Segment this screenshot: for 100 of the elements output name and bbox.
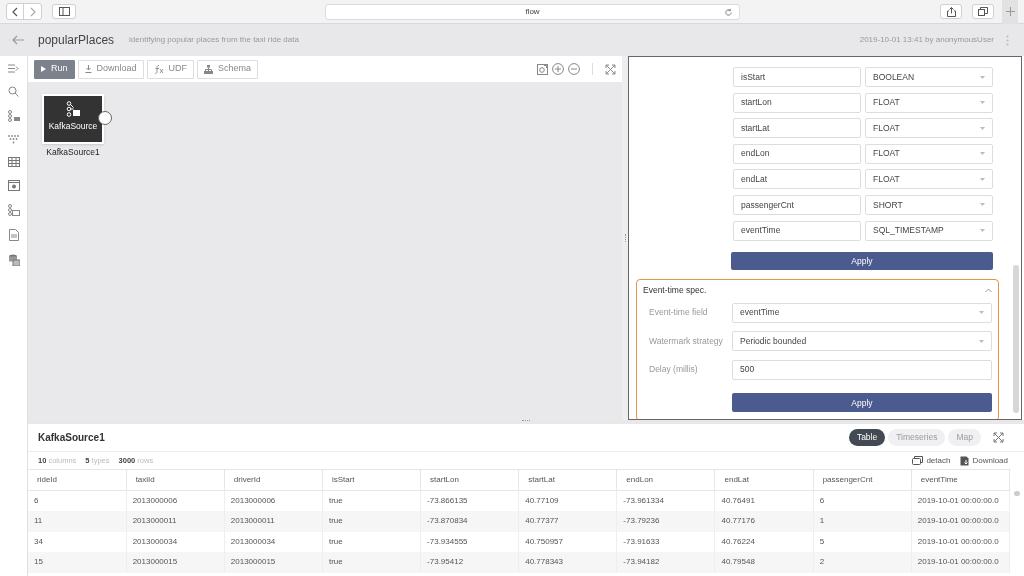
source-node-icon bbox=[66, 101, 80, 117]
kafka-source-node[interactable]: KafkaSource bbox=[42, 94, 104, 144]
plus-icon bbox=[1005, 7, 1015, 16]
table-cell: 2013000011 bbox=[224, 511, 323, 532]
hierarchy-icon bbox=[204, 64, 214, 74]
toolbar-button[interactable]: Schema bbox=[197, 59, 259, 79]
table-cell: 2 bbox=[813, 552, 912, 573]
table-cell: 40.77377 bbox=[518, 511, 617, 532]
function-icon bbox=[153, 64, 164, 74]
input-field[interactable]: endLon bbox=[733, 143, 861, 164]
download-icon bbox=[84, 65, 92, 73]
field-label: Delay (millis) bbox=[648, 363, 699, 376]
column-header[interactable]: endLat bbox=[715, 469, 814, 491]
caret-icon bbox=[980, 177, 985, 181]
select-field[interactable]: SQL_TIMESTAMP bbox=[865, 220, 993, 241]
sink-node-icon[interactable] bbox=[7, 204, 20, 216]
input-field[interactable]: isStart bbox=[733, 67, 861, 87]
column-header[interactable]: endLon bbox=[616, 469, 715, 491]
sidebar-toggle-button[interactable] bbox=[52, 4, 76, 19]
caret-icon bbox=[979, 339, 984, 343]
file-download-icon bbox=[960, 455, 970, 466]
table-cell: 40.77176 bbox=[715, 511, 814, 532]
table-icon[interactable] bbox=[7, 157, 20, 167]
input-field[interactable]: passengerCnt bbox=[733, 194, 861, 215]
column-header[interactable]: eventTime bbox=[911, 469, 1010, 491]
fullscreen-icon[interactable] bbox=[605, 63, 616, 75]
sql-file-icon[interactable] bbox=[8, 229, 19, 241]
play-icon bbox=[41, 66, 46, 72]
action-link[interactable]: Download bbox=[960, 454, 1008, 467]
source-node-icon[interactable] bbox=[7, 110, 20, 122]
scrollbar-thumb[interactable] bbox=[1014, 491, 1020, 496]
resize-handle[interactable] bbox=[522, 420, 530, 422]
detach-icon bbox=[912, 456, 924, 465]
column-header[interactable]: passengerCnt bbox=[813, 469, 912, 491]
input-field[interactable]: eventTime bbox=[733, 220, 861, 241]
column-header[interactable]: startLat bbox=[518, 469, 617, 491]
table-cell: 2013000015 bbox=[126, 552, 225, 573]
filter-dots-icon[interactable] bbox=[8, 135, 19, 144]
input-field[interactable]: endLat bbox=[733, 169, 861, 190]
action-link[interactable]: detach bbox=[912, 454, 951, 467]
chevron-right-icon bbox=[29, 6, 36, 17]
caret-icon bbox=[980, 152, 985, 156]
select-field[interactable]: FLOAT bbox=[865, 143, 993, 164]
toolbar-button[interactable]: UDF bbox=[146, 59, 195, 79]
share-button[interactable] bbox=[940, 4, 962, 19]
table-cell: true bbox=[322, 511, 421, 532]
column-header[interactable]: taxiId bbox=[126, 469, 225, 491]
apply-button[interactable]: Apply bbox=[731, 251, 993, 270]
section-title: Event-time spec. bbox=[643, 284, 707, 297]
select-field[interactable]: SHORT bbox=[865, 194, 993, 215]
table-cell: -73.870834 bbox=[420, 511, 519, 532]
table-cell: 40.79548 bbox=[715, 552, 814, 573]
table-cell: 2019-10-01 00:00:00.0 bbox=[911, 552, 1010, 573]
column-header[interactable]: startLon bbox=[420, 469, 519, 491]
window-gear-icon[interactable] bbox=[7, 180, 20, 191]
column-header[interactable]: driverId bbox=[224, 469, 323, 491]
select-field[interactable]: FLOAT bbox=[865, 169, 993, 190]
database-table-icon[interactable] bbox=[7, 254, 20, 266]
apply-button[interactable]: Apply bbox=[732, 393, 992, 413]
toolbar-button[interactable]: Run bbox=[34, 59, 75, 79]
caret-icon bbox=[980, 126, 985, 130]
table-cell: -73.95412 bbox=[420, 552, 519, 573]
node-label: KafkaSource1 bbox=[46, 146, 100, 159]
splitter-handle[interactable] bbox=[622, 56, 628, 420]
toolbar-button[interactable]: Download bbox=[77, 59, 144, 79]
tabs-button[interactable] bbox=[972, 4, 994, 19]
search-icon[interactable] bbox=[8, 86, 19, 97]
column-header[interactable]: isStart bbox=[322, 469, 421, 491]
caret-icon bbox=[980, 203, 985, 207]
back-arrow-icon[interactable] bbox=[12, 35, 25, 45]
results-title: KafkaSource1 bbox=[38, 431, 105, 445]
page-title: popularPlaces bbox=[38, 32, 115, 49]
field-label: Event-time field bbox=[648, 306, 709, 319]
select-field[interactable]: FLOAT bbox=[865, 118, 993, 139]
zoom-out-icon[interactable] bbox=[568, 63, 580, 75]
select-field[interactable]: eventTime bbox=[732, 302, 992, 323]
list-icon[interactable] bbox=[8, 64, 19, 73]
caret-icon bbox=[980, 101, 985, 105]
input-field[interactable]: startLon bbox=[733, 92, 861, 113]
scrollbar-thumb[interactable] bbox=[1013, 265, 1019, 413]
select-field[interactable]: Periodic bounded bbox=[732, 331, 992, 352]
page-subtitle: identifying popular places from the taxi ride data bbox=[129, 34, 299, 46]
expand-icon[interactable] bbox=[993, 432, 1004, 443]
view-tab[interactable]: Table bbox=[848, 429, 886, 446]
table-cell: true bbox=[322, 552, 421, 573]
fit-view-icon[interactable] bbox=[537, 63, 548, 75]
new-tab-button[interactable] bbox=[1002, 0, 1018, 24]
field-label: Watermark strategy bbox=[648, 334, 724, 348]
tabs-icon bbox=[978, 7, 988, 16]
table-cell: 1 bbox=[813, 511, 912, 532]
column-header[interactable]: rideId bbox=[28, 469, 127, 491]
input-field[interactable]: 500 bbox=[732, 359, 992, 380]
select-field[interactable]: FLOAT bbox=[865, 92, 993, 113]
address-bar[interactable]: flow bbox=[325, 3, 740, 20]
select-field[interactable]: BOOLEAN bbox=[865, 67, 993, 87]
table-cell: 11 bbox=[28, 511, 127, 532]
reload-icon[interactable] bbox=[724, 7, 733, 17]
output-port[interactable] bbox=[98, 111, 112, 125]
input-field[interactable]: startLat bbox=[733, 118, 861, 139]
zoom-in-icon[interactable] bbox=[552, 63, 564, 75]
